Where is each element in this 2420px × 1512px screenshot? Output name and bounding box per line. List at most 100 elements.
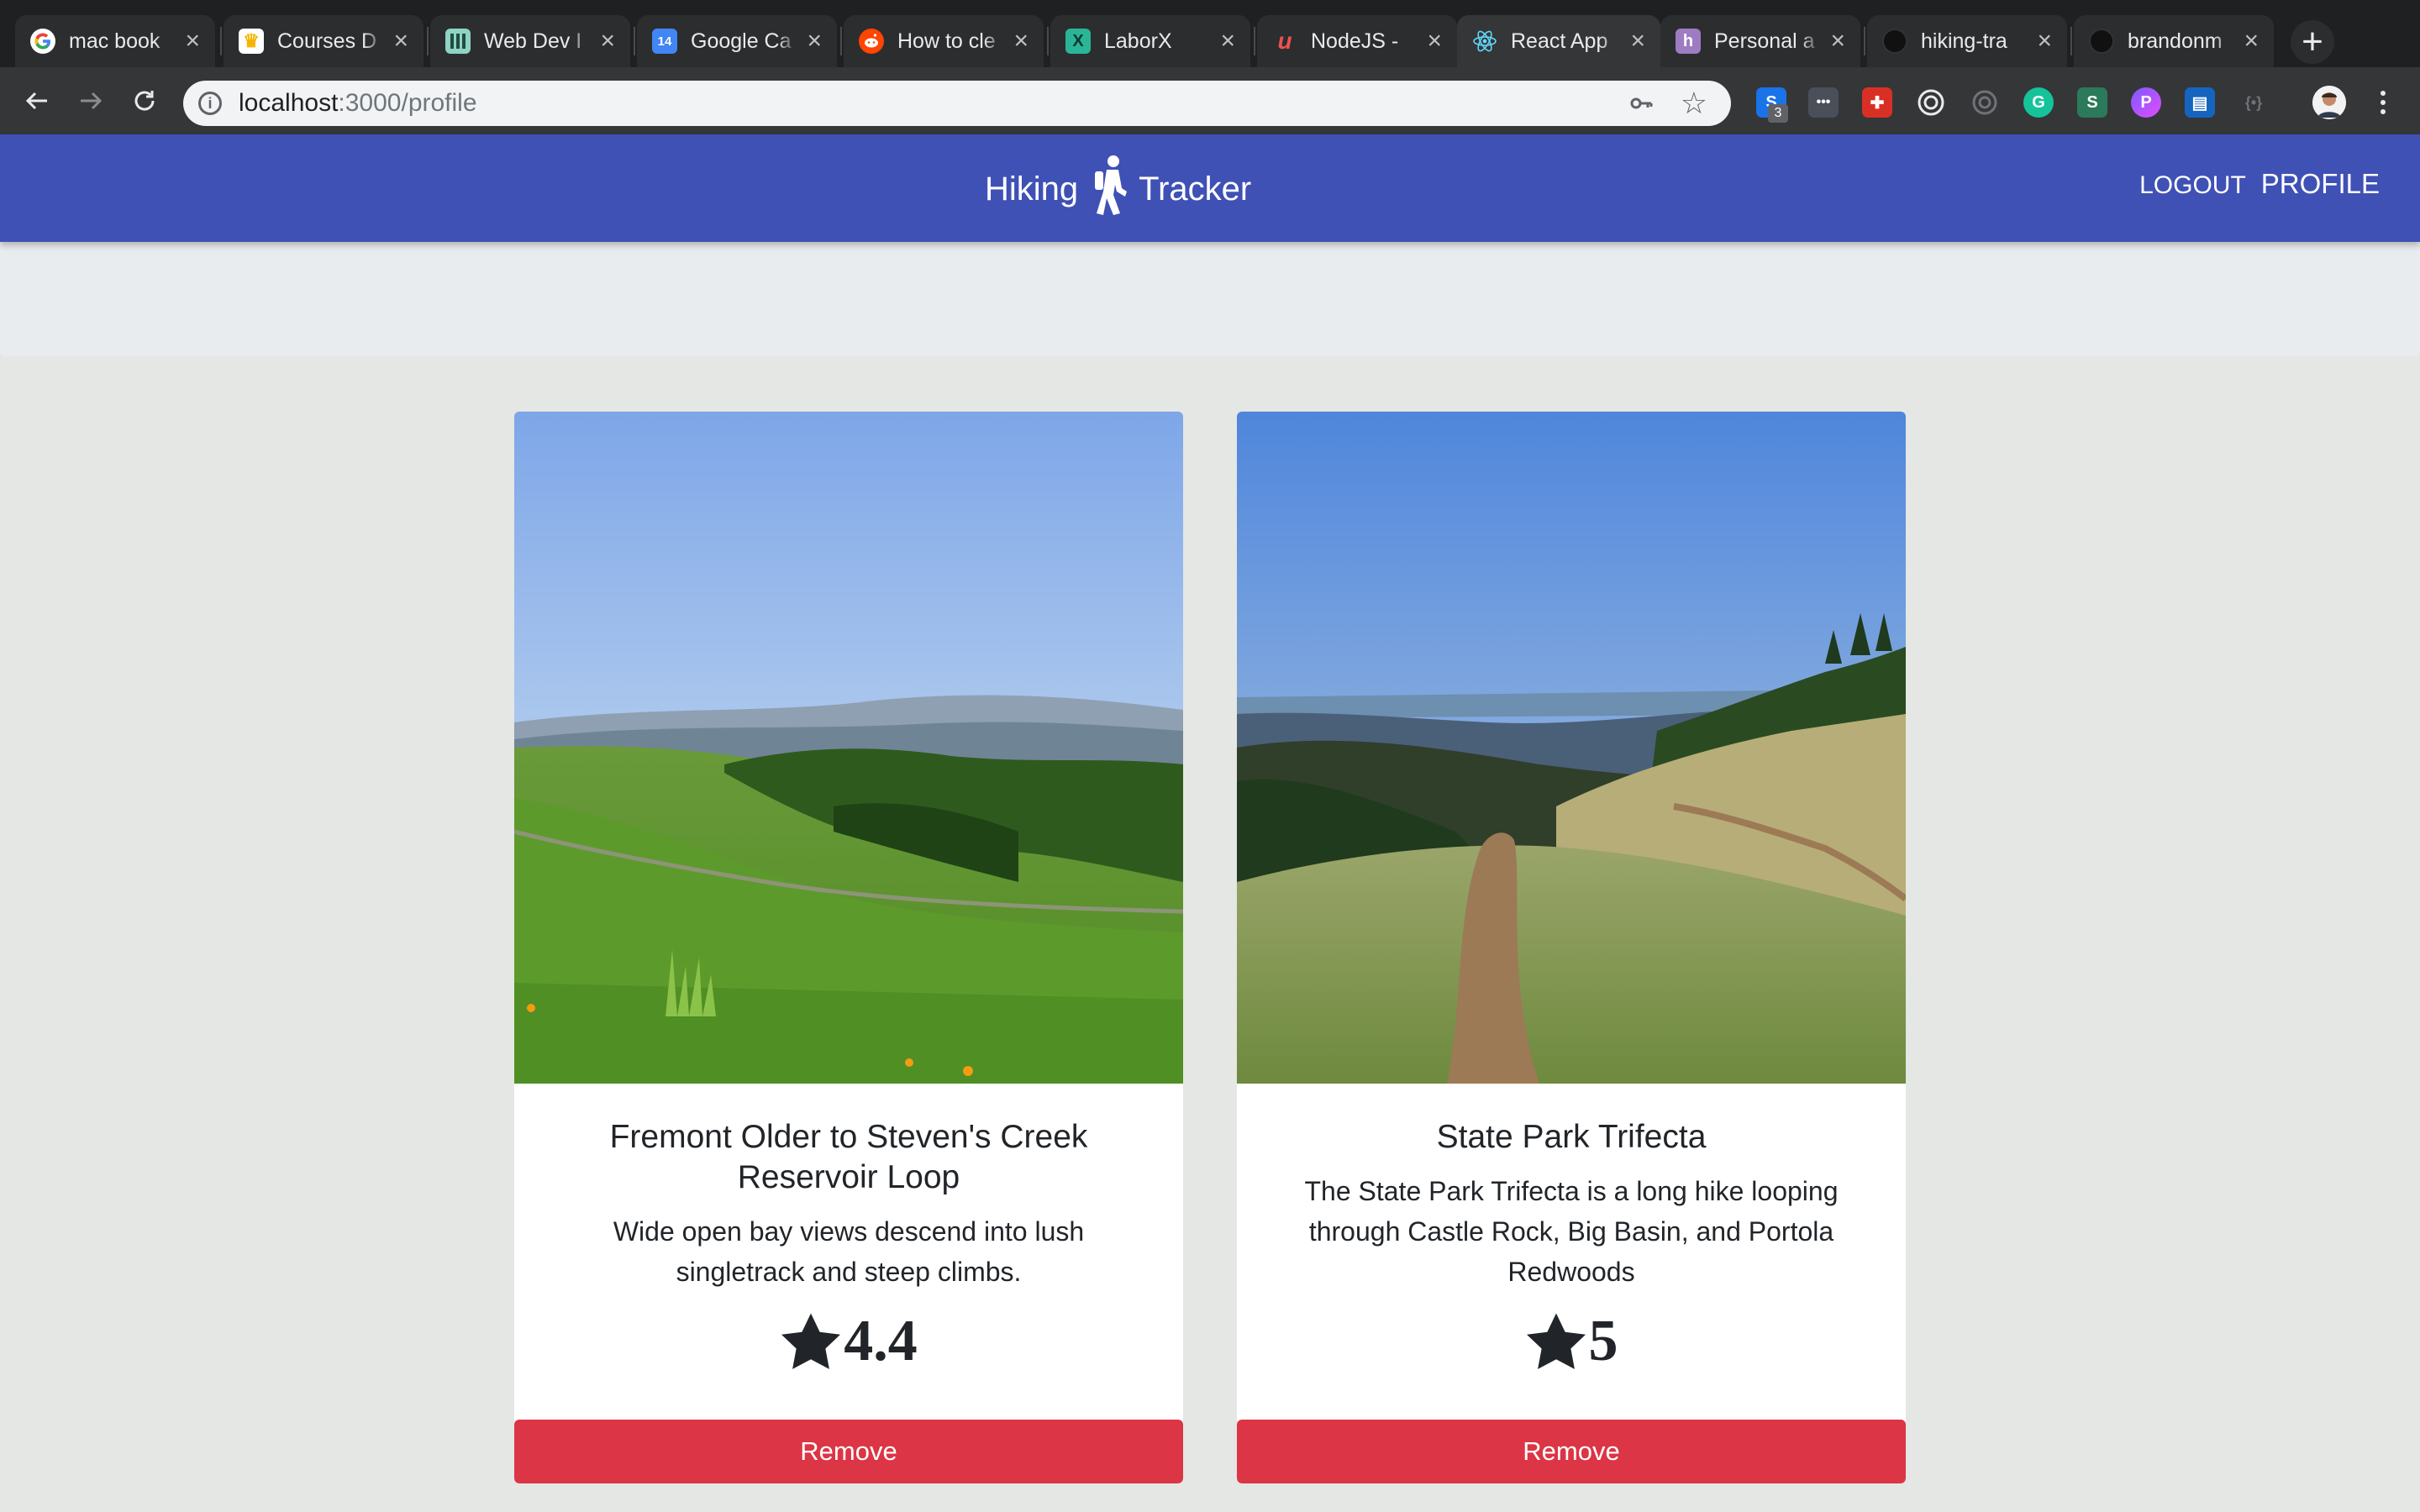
tab-close-icon[interactable]: × xyxy=(393,29,408,54)
browser-tab-strip: mac book × ♛ Courses D × Web Dev I × 14 … xyxy=(0,0,2420,67)
nav-links: LOGOUT PROFILE xyxy=(2139,168,2380,200)
extension-swirl-icon[interactable] xyxy=(1970,87,2000,118)
tab-close-icon[interactable]: × xyxy=(1427,29,1442,54)
tab-close-icon[interactable]: × xyxy=(2037,29,2052,54)
react-icon xyxy=(1472,29,1497,54)
browser-tab[interactable]: u NodeJS - × xyxy=(1257,15,1457,67)
tab-title: How to cle xyxy=(897,29,996,53)
tab-separator xyxy=(427,27,429,55)
tab-separator xyxy=(840,27,842,55)
url-path: :3000/profile xyxy=(338,89,477,117)
star-icon xyxy=(1526,1313,1586,1369)
hike-description: The State Park Trifecta is a long hike l… xyxy=(1304,1176,1839,1287)
rating-value: 5 xyxy=(1588,1309,1618,1373)
grammarly-icon[interactable]: G xyxy=(2023,87,2054,118)
tab-title: hiking-tra xyxy=(1921,29,2007,53)
forward-button[interactable] xyxy=(69,79,113,123)
laborx-icon: X xyxy=(1065,29,1091,54)
app-navbar: Hiking Tracker LOGOUT PROFILE xyxy=(0,134,2420,242)
site-info-icon[interactable]: i xyxy=(198,92,222,115)
hike-title: Fremont Older to Steven's Creek Reservoi… xyxy=(609,1119,1088,1195)
tab-separator xyxy=(1254,27,1255,55)
tab-title: LaborX xyxy=(1104,29,1172,53)
tab-close-icon[interactable]: × xyxy=(1630,29,1645,54)
tab-close-icon[interactable]: × xyxy=(807,29,822,54)
tab-close-icon[interactable]: × xyxy=(185,29,200,54)
heroku-icon: h xyxy=(1676,29,1701,54)
browser-tab[interactable]: brandonm × xyxy=(2074,15,2274,67)
profile-link[interactable]: PROFILE xyxy=(2261,168,2380,200)
remove-button[interactable]: Remove xyxy=(1237,1420,1906,1483)
calendar-day: 14 xyxy=(657,34,672,49)
browser-profile-avatar[interactable] xyxy=(2312,86,2346,119)
extension-badge: 3 xyxy=(1768,104,1788,123)
url-host: localhost xyxy=(239,89,339,117)
key-icon[interactable] xyxy=(1628,91,1654,120)
tab-separator xyxy=(1864,27,1865,55)
browser-tab[interactable]: mac book × xyxy=(15,15,215,67)
reload-icon xyxy=(134,91,155,111)
arrow-right-icon xyxy=(81,92,103,110)
address-url[interactable]: localhost:3000/profile xyxy=(239,89,477,118)
new-tab-button[interactable]: + xyxy=(2291,20,2334,64)
tab-separator xyxy=(634,27,635,55)
hike-card: State Park Trifecta The State Park Trife… xyxy=(1237,412,1906,1483)
address-bar[interactable]: i localhost:3000/profile ☆ xyxy=(183,81,1731,126)
extension-puzzle-icon[interactable]: ✚ xyxy=(1862,87,1892,118)
brand-logo[interactable]: Hiking Tracker xyxy=(985,153,1251,225)
browser-tab[interactable]: Web Dev I × xyxy=(430,15,630,67)
reload-button[interactable] xyxy=(123,79,166,123)
tab-separator xyxy=(2070,27,2072,55)
browser-tab-active[interactable]: React App × xyxy=(1457,15,1660,67)
udemy-icon: u xyxy=(1277,28,1292,54)
hike-rating: 4.4 xyxy=(548,1312,1150,1371)
rating-value: 4.4 xyxy=(844,1309,918,1373)
browser-tab[interactable]: ♛ Courses D × xyxy=(224,15,424,67)
back-button[interactable] xyxy=(15,79,59,123)
tab-close-icon[interactable]: × xyxy=(600,29,615,54)
calendar-icon: 14 xyxy=(652,29,677,54)
browser-tab[interactable]: hiking-tra × xyxy=(1867,15,2067,67)
hike-title: State Park Trifecta xyxy=(1436,1119,1707,1155)
tab-separator xyxy=(220,27,222,55)
google-icon xyxy=(30,29,55,54)
tab-title: brandonm xyxy=(2128,29,2223,53)
extension-target-icon[interactable] xyxy=(1916,87,1946,118)
browser-tab[interactable]: 14 Google Ca × xyxy=(637,15,837,67)
tab-close-icon[interactable]: × xyxy=(1830,29,1845,54)
tab-title: React App xyxy=(1511,29,1608,53)
tab-title: Personal a xyxy=(1714,29,1815,53)
extension-drop-icon[interactable]: P xyxy=(2131,87,2161,118)
hike-card-body: Fremont Older to Steven's Creek Reservoi… xyxy=(514,1084,1183,1411)
brand-text-left: Hiking xyxy=(985,170,1079,207)
hike-photo xyxy=(514,412,1183,1084)
browser-tab[interactable]: X LaborX × xyxy=(1050,15,1250,67)
remove-button[interactable]: Remove xyxy=(514,1420,1183,1483)
tab-separator xyxy=(1047,27,1049,55)
bookmark-star-icon[interactable]: ☆ xyxy=(1681,88,1707,118)
tab-title: Web Dev I xyxy=(484,29,582,53)
tab-close-icon[interactable]: × xyxy=(1013,29,1028,54)
extension-s-green-icon[interactable]: S xyxy=(2077,87,2107,118)
tab-close-icon[interactable]: × xyxy=(2244,29,2259,54)
hike-rating: 5 xyxy=(1270,1312,1872,1371)
extension-window-icon[interactable]: ▤ xyxy=(2185,87,2215,118)
tab-title: NodeJS - xyxy=(1311,29,1399,53)
tab-close-icon[interactable]: × xyxy=(1220,29,1235,54)
extension-braces-icon[interactable]: {•} xyxy=(2238,87,2269,118)
tab-title: Google Ca xyxy=(691,29,792,53)
browser-tab[interactable]: How to cle × xyxy=(844,15,1044,67)
extension-dots-icon[interactable]: ••• xyxy=(1808,87,1839,118)
tab-title: Courses D xyxy=(277,29,377,53)
star-icon xyxy=(781,1313,841,1369)
crown-icon: ♛ xyxy=(239,29,264,54)
browser-tab[interactable]: h Personal a × xyxy=(1660,15,1860,67)
github-icon xyxy=(1882,29,1907,54)
profile-jumbotron xyxy=(0,242,2420,356)
hike-card: Fremont Older to Steven's Creek Reservoi… xyxy=(514,412,1183,1483)
logout-link[interactable]: LOGOUT xyxy=(2139,171,2246,200)
browser-menu-icon[interactable] xyxy=(2373,84,2393,121)
hike-card-body: State Park Trifecta The State Park Trife… xyxy=(1237,1084,1906,1411)
reddit-icon xyxy=(859,29,884,54)
hike-description: Wide open bay views descend into lush si… xyxy=(613,1216,1085,1287)
